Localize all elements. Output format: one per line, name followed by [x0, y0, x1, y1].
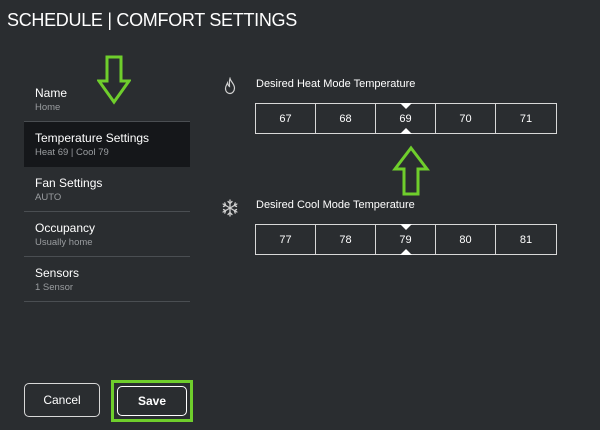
selected-marker-bottom-icon	[399, 128, 412, 134]
cancel-button[interactable]: Cancel	[24, 383, 100, 417]
cool-option-value: 79	[399, 233, 412, 246]
sidebar-item-sensors[interactable]: Sensors 1 Sensor	[24, 257, 190, 302]
selected-marker-top-icon	[399, 103, 412, 109]
heat-option-value: 69	[399, 112, 412, 125]
heat-option[interactable]: 67	[256, 104, 316, 133]
sidebar-item-value: Heat 69 | Cool 79	[35, 147, 109, 158]
sidebar-item-temperature-settings[interactable]: Temperature Settings Heat 69 | Cool 79	[24, 122, 190, 167]
sidebar-item-value: AUTO	[35, 192, 62, 203]
sidebar-item-value: 1 Sensor	[35, 282, 74, 293]
cool-option[interactable]: 78	[316, 225, 376, 254]
sidebar-item-occupancy[interactable]: Occupancy Usually home	[24, 212, 190, 257]
sidebar-item-label: Fan Settings	[35, 176, 103, 190]
sidebar-item-label: Temperature Settings	[35, 131, 150, 145]
cool-option[interactable]: 77	[256, 225, 316, 254]
cool-option-value: 77	[279, 233, 292, 246]
heat-temperature-selector: 67 68 69 70 71	[255, 103, 557, 134]
annotation-arrow-up-icon	[392, 145, 430, 196]
heat-option-value: 70	[459, 112, 472, 125]
sidebar-item-fan-settings[interactable]: Fan Settings AUTO	[24, 167, 190, 212]
annotation-arrow-down-icon	[97, 55, 131, 105]
cool-option[interactable]: 80	[436, 225, 496, 254]
cool-section-label: Desired Cool Mode Temperature	[256, 199, 415, 211]
cool-option-value: 81	[519, 233, 533, 246]
cool-option[interactable]: 81	[496, 225, 556, 254]
sidebar-item-value: Usually home	[35, 237, 93, 248]
flame-icon	[224, 77, 236, 95]
heat-option-value: 68	[339, 112, 352, 125]
cool-option-value: 78	[339, 233, 352, 246]
heat-option-value: 67	[279, 112, 292, 125]
heat-option-value: 71	[519, 112, 533, 125]
selected-marker-bottom-icon	[399, 249, 412, 255]
sidebar-item-label: Sensors	[35, 266, 80, 280]
heat-option[interactable]: 68	[316, 104, 376, 133]
heat-section-label: Desired Heat Mode Temperature	[256, 78, 416, 90]
cool-option-selected[interactable]: 79	[376, 224, 436, 255]
cool-temperature-selector: 77 78 79 80 81	[255, 224, 557, 255]
selected-marker-top-icon	[399, 224, 412, 230]
heat-option-selected[interactable]: 69	[376, 103, 436, 134]
page-title: SCHEDULE | COMFORT SETTINGS	[7, 10, 297, 30]
sidebar: Name Home Temperature Settings Heat 69 |…	[24, 77, 190, 302]
heat-option[interactable]: 70	[436, 104, 496, 133]
snowflake-icon	[222, 199, 238, 217]
cool-option-value: 80	[459, 233, 472, 246]
save-button[interactable]: Save	[117, 386, 187, 416]
sidebar-item-label: Occupancy	[35, 221, 96, 235]
heat-option[interactable]: 71	[496, 104, 556, 133]
